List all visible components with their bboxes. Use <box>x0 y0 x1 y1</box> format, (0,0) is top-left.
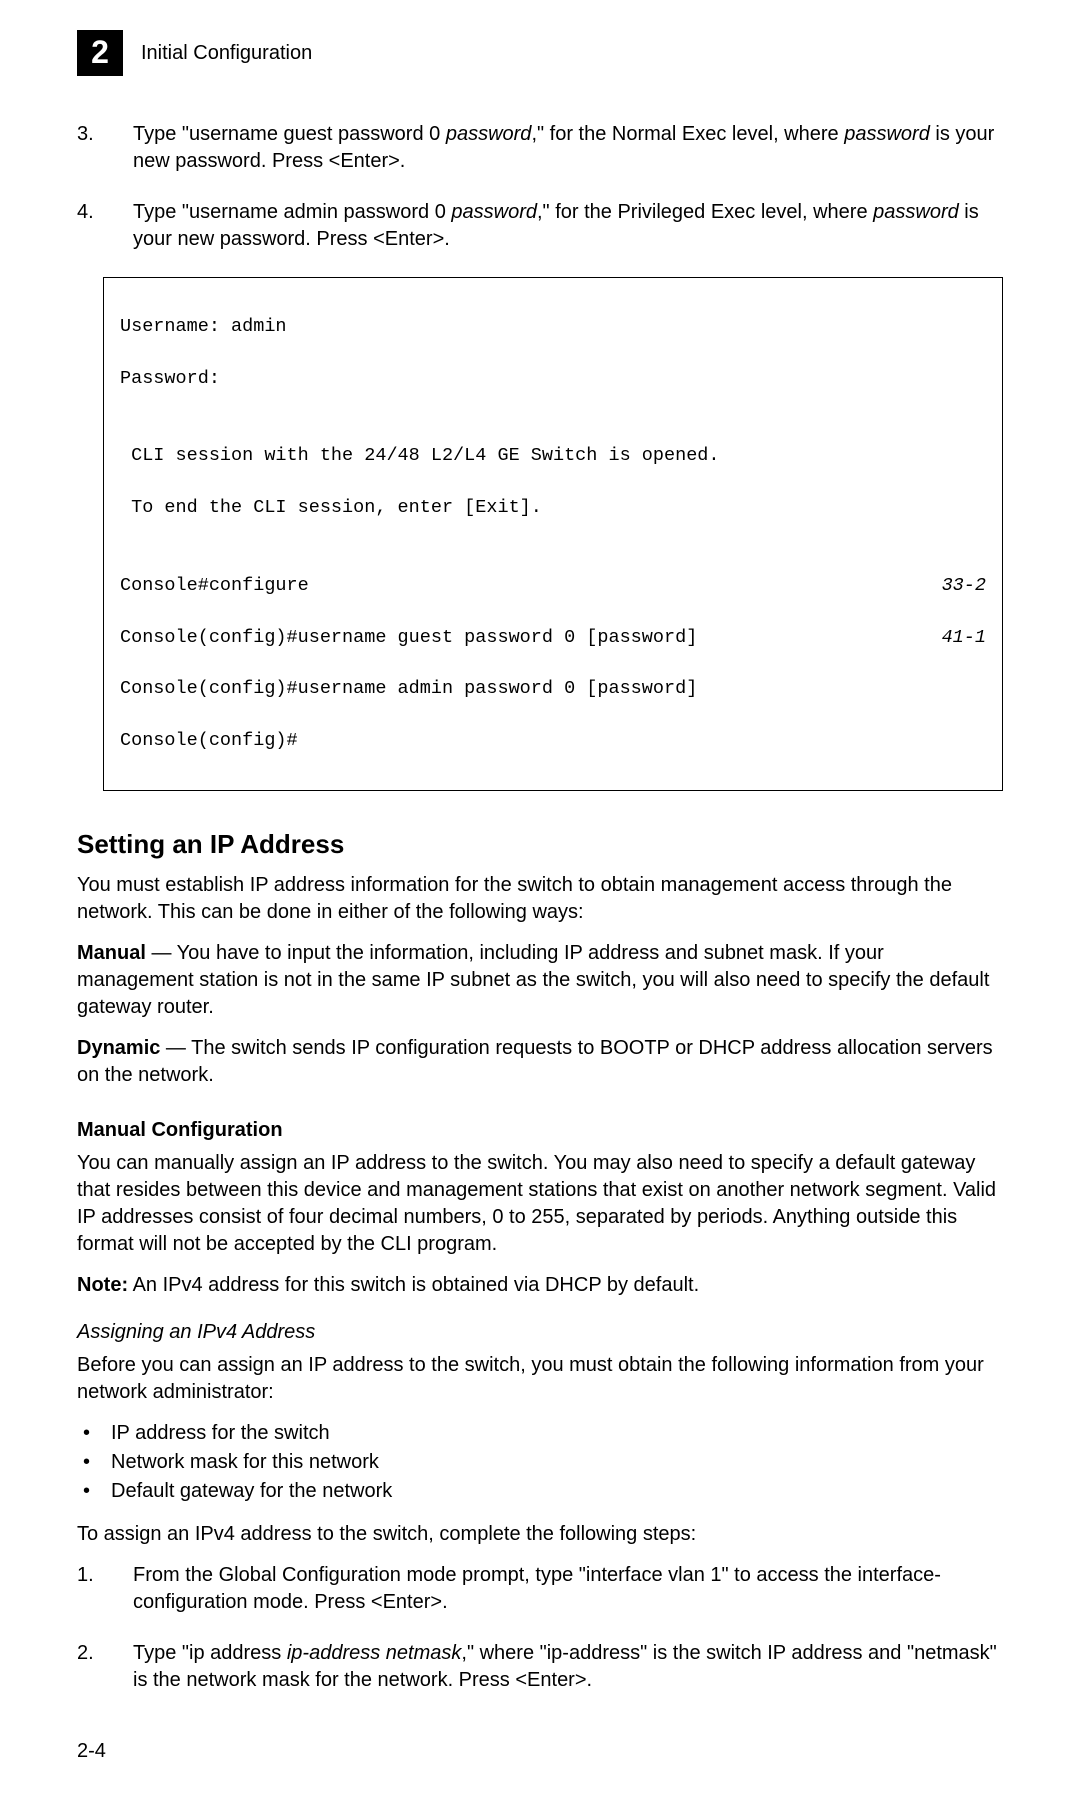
step-body: Type "ip address ip-address netmask," wh… <box>133 1640 1003 1694</box>
text: Default gateway for the network <box>111 1478 392 1505</box>
step-1: 1. From the Global Configuration mode pr… <box>77 1562 1003 1616</box>
paragraph-manual: Manual — You have to input the informati… <box>77 940 1003 1021</box>
paragraph: You can manually assign an IP address to… <box>77 1150 1003 1258</box>
paragraph: Before you can assign an IP address to t… <box>77 1352 1003 1406</box>
text: An IPv4 address for this switch is obtai… <box>128 1274 699 1296</box>
text: ," for the Normal Exec level, where <box>531 123 844 145</box>
list-item: • Default gateway for the network <box>83 1478 1003 1505</box>
note-label: Note: <box>77 1274 128 1296</box>
list-item: • IP address for the switch <box>83 1420 1003 1447</box>
code-text: Console(config)#username guest password … <box>120 625 697 651</box>
code-text: To end the CLI session, enter [Exit]. <box>120 495 542 521</box>
code-line: Console(config)# <box>120 728 986 754</box>
paragraph: To assign an IPv4 address to the switch,… <box>77 1521 1003 1548</box>
bullet-icon: • <box>83 1478 111 1505</box>
param: password <box>873 201 959 223</box>
code-text: Console#configure <box>120 573 309 599</box>
code-line: Password: <box>120 366 986 392</box>
paragraph-dynamic: Dynamic — The switch sends IP configurat… <box>77 1035 1003 1089</box>
code-text: Console(config)#username admin password … <box>120 676 697 702</box>
text: — The switch sends IP configuration requ… <box>77 1037 993 1086</box>
param: password <box>446 123 532 145</box>
text: — You have to input the information, inc… <box>77 942 989 1018</box>
code-ref: 33-2 <box>942 573 986 599</box>
code-text: Console(config)# <box>120 728 298 754</box>
text: Type "ip address <box>133 1642 287 1664</box>
label: Dynamic <box>77 1037 160 1059</box>
text: Type "username guest password 0 <box>133 123 446 145</box>
code-line: Console#configure 33-2 <box>120 573 986 599</box>
text: ," for the Privileged Exec level, where <box>537 201 873 223</box>
chapter-number-box: 2 <box>77 30 123 76</box>
code-ref: 41-1 <box>942 625 986 651</box>
step-3: 3. Type "username guest password 0 passw… <box>77 121 1003 175</box>
paragraph: You must establish IP address informatio… <box>77 872 1003 926</box>
page-header: 2 Initial Configuration <box>77 30 1003 76</box>
page-number: 2-4 <box>77 1738 1003 1765</box>
chapter-title: Initial Configuration <box>141 40 312 67</box>
bullet-icon: • <box>83 1420 111 1447</box>
text: Type "username admin password 0 <box>133 201 451 223</box>
paragraph-note: Note: An IPv4 address for this switch is… <box>77 1272 1003 1299</box>
param: password <box>451 201 537 223</box>
step-body: Type "username admin password 0 password… <box>133 199 1003 253</box>
code-line: To end the CLI session, enter [Exit]. <box>120 495 986 521</box>
step-number: 2. <box>77 1640 133 1694</box>
step-number: 4. <box>77 199 133 253</box>
bullet-icon: • <box>83 1449 111 1476</box>
code-line: Username: admin <box>120 314 986 340</box>
code-line: CLI session with the 24/48 L2/L4 GE Swit… <box>120 443 986 469</box>
step-4: 4. Type "username admin password 0 passw… <box>77 199 1003 253</box>
cli-output-box: Username: admin Password: CLI session wi… <box>103 277 1003 791</box>
label: Manual <box>77 942 146 964</box>
code-text: Password: <box>120 366 220 392</box>
step-number: 3. <box>77 121 133 175</box>
code-text: CLI session with the 24/48 L2/L4 GE Swit… <box>120 443 720 469</box>
bullet-list: • IP address for the switch • Network ma… <box>77 1420 1003 1505</box>
step-number: 1. <box>77 1562 133 1616</box>
heading-manual-config: Manual Configuration <box>77 1117 1003 1144</box>
param: password <box>844 123 930 145</box>
text: IP address for the switch <box>111 1420 330 1447</box>
code-line: Console(config)#username admin password … <box>120 676 986 702</box>
list-item: • Network mask for this network <box>83 1449 1003 1476</box>
step-2: 2. Type "ip address ip-address netmask,"… <box>77 1640 1003 1694</box>
text: Network mask for this network <box>111 1449 379 1476</box>
heading-assigning-ipv4: Assigning an IPv4 Address <box>77 1319 1003 1346</box>
heading-setting-ip: Setting an IP Address <box>77 827 1003 862</box>
code-line: Console(config)#username guest password … <box>120 625 986 651</box>
code-text: Username: admin <box>120 314 287 340</box>
step-body: Type "username guest password 0 password… <box>133 121 1003 175</box>
step-body: From the Global Configuration mode promp… <box>133 1562 1003 1616</box>
param: ip-address netmask <box>287 1642 462 1664</box>
